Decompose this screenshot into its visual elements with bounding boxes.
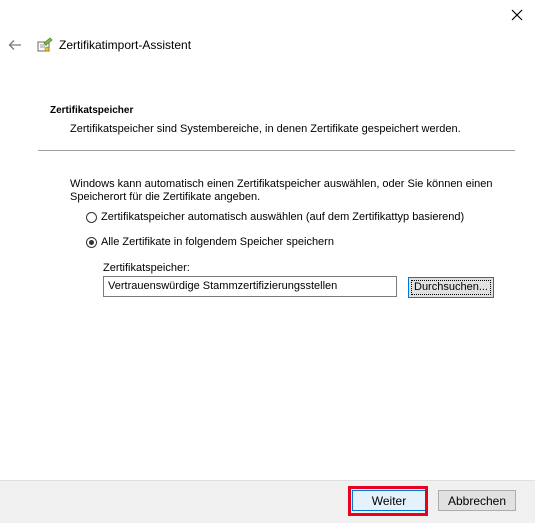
radio-option-automatic[interactable]: Zertifikatspeicher automatisch auswählen…	[86, 211, 464, 223]
radio-label-automatic: Zertifikatspeicher automatisch auswählen…	[101, 211, 465, 223]
section-description: Zertifikatspeicher sind Systembereiche, …	[70, 123, 461, 135]
radio-option-specific-store[interactable]: Alle Zertifikate in folgendem Speicher s…	[86, 236, 334, 248]
store-field-label: Zertifikatspeicher:	[103, 262, 190, 274]
section-heading: Zertifikatspeicher	[50, 105, 134, 116]
back-arrow-icon	[8, 40, 21, 50]
intro-text: Windows kann automatisch einen Zertifika…	[70, 178, 493, 203]
certificate-wizard-icon	[37, 37, 53, 53]
radio-button-automatic[interactable]	[86, 211, 97, 223]
back-button[interactable]	[5, 35, 25, 55]
close-button[interactable]	[507, 5, 527, 25]
close-icon	[511, 9, 523, 21]
radio-button-specific-store[interactable]	[86, 236, 97, 248]
browse-button[interactable]: Durchsuchen...	[408, 277, 494, 298]
certificate-import-wizard-window: Zertifikatimport-Assistent Zertifikatspe…	[0, 0, 535, 523]
header-divider	[38, 150, 515, 151]
cancel-button[interactable]: Abbrechen	[438, 490, 516, 511]
radio-label-specific-store: Alle Zertifikate in folgendem Speicher s…	[101, 236, 334, 248]
next-button[interactable]: Weiter	[352, 490, 426, 511]
browse-button-label: Durchsuchen...	[411, 280, 491, 295]
store-input[interactable]: Vertrauenswürdige Stammzertifizierungsst…	[103, 276, 397, 297]
wizard-title: Zertifikatimport-Assistent	[59, 38, 192, 52]
